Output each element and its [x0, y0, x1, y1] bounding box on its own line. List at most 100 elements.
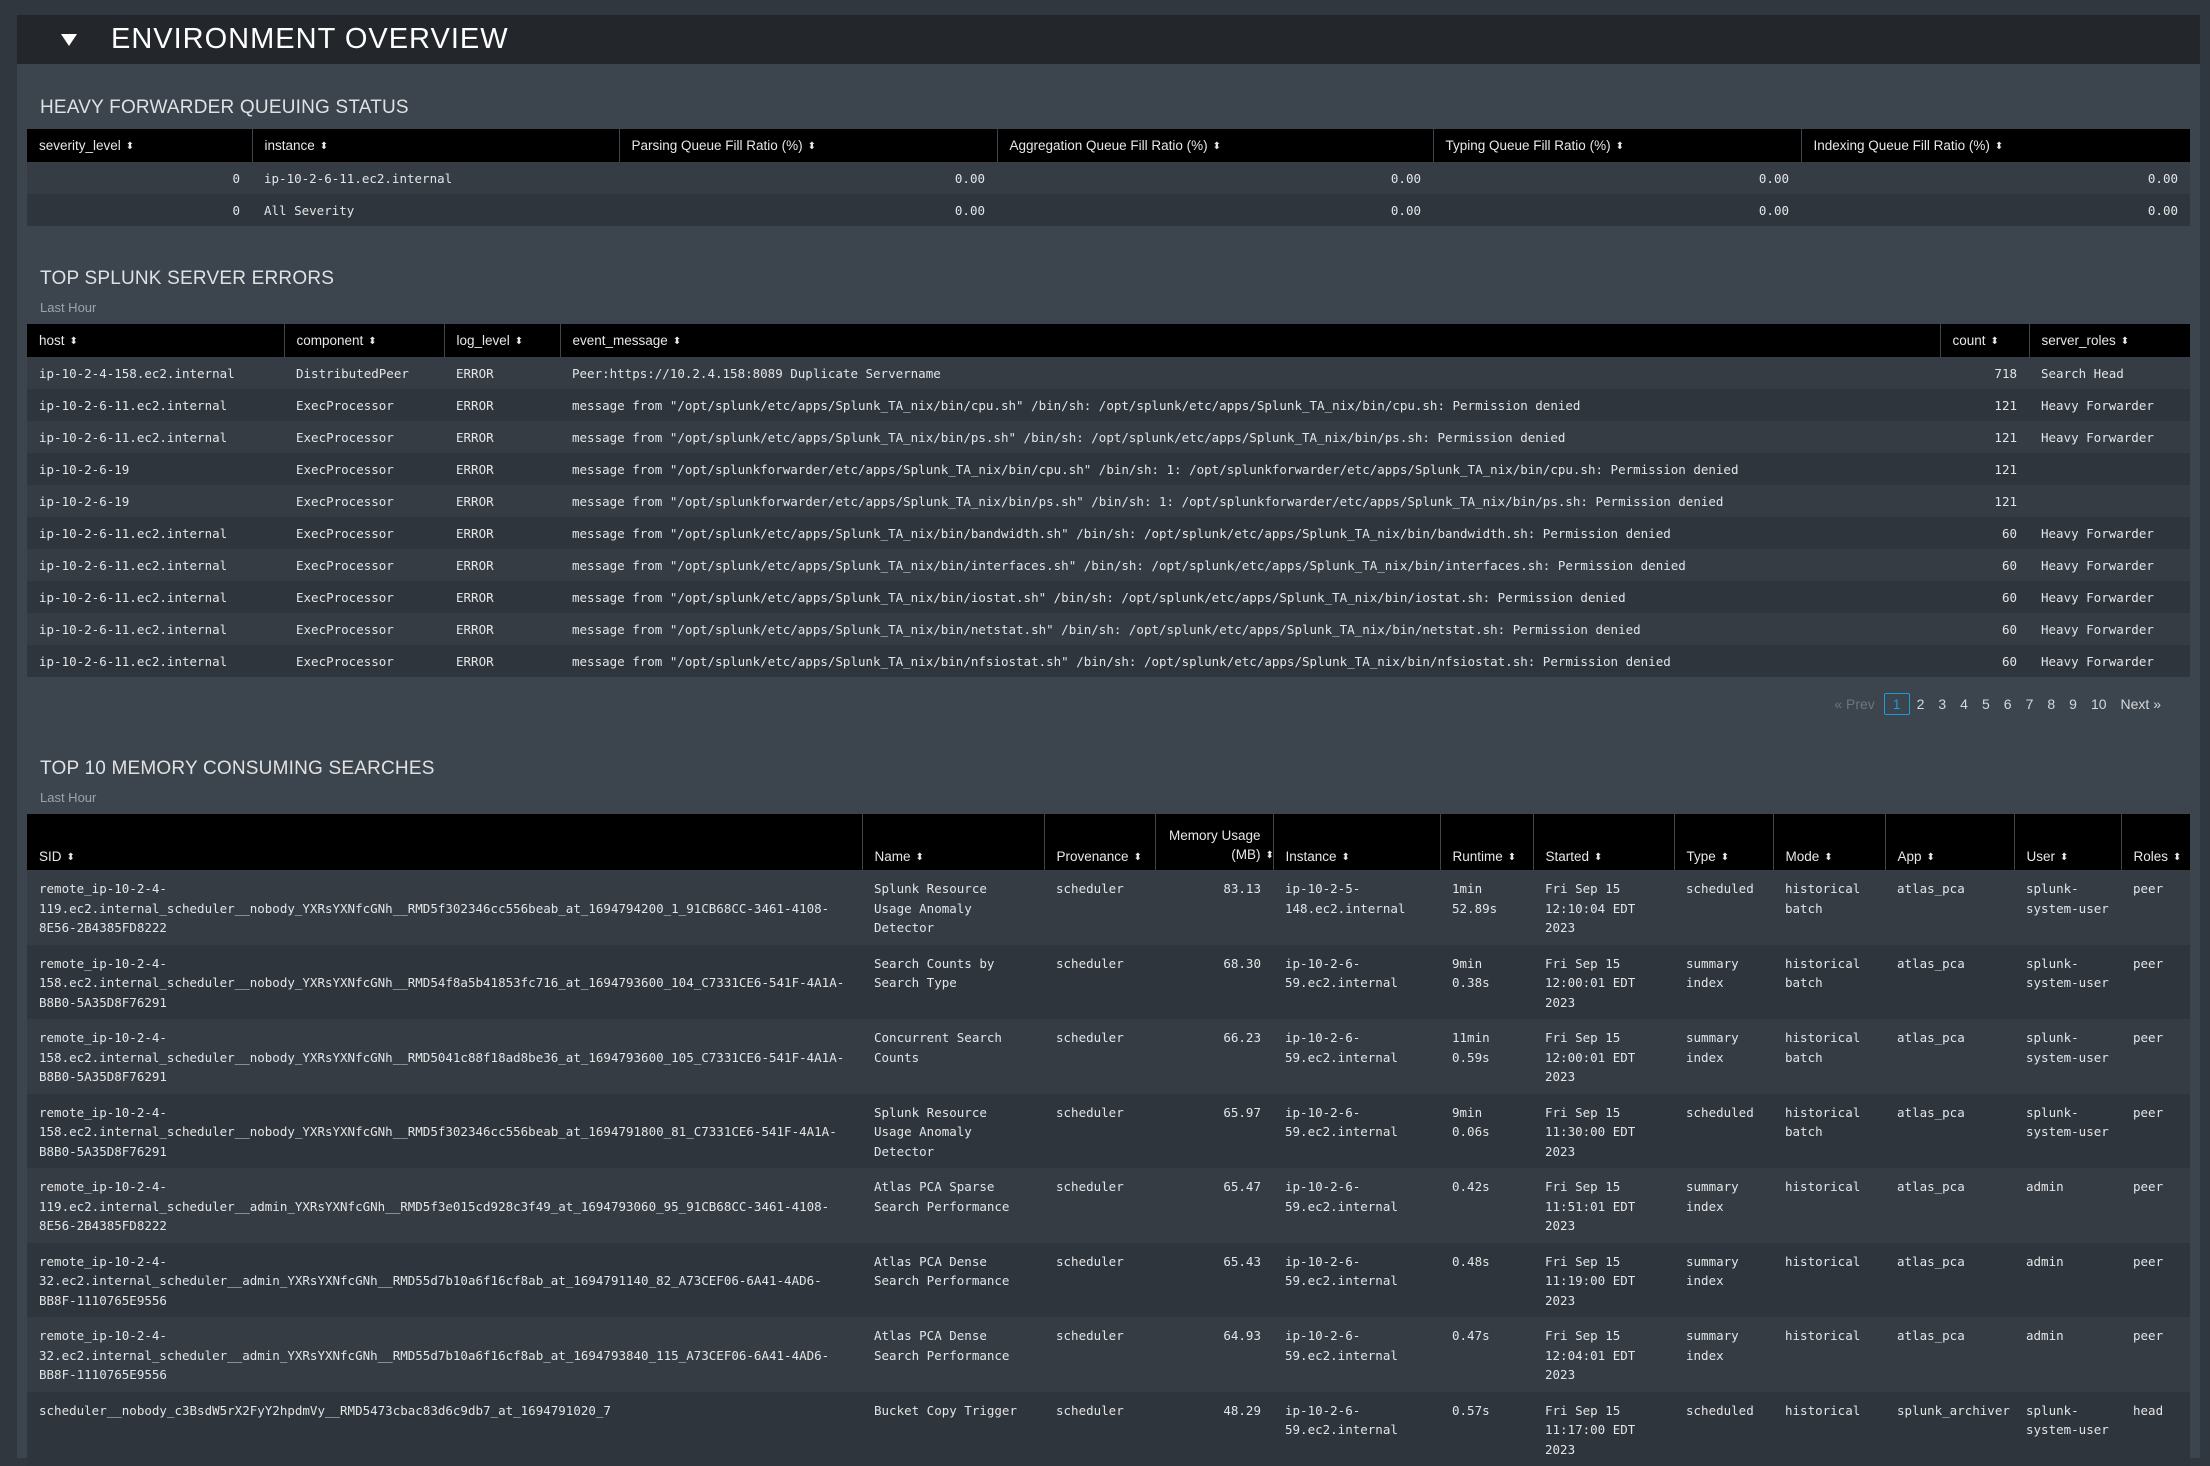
- cell-count[interactable]: 718: [1940, 357, 2029, 389]
- pagination-page-8[interactable]: 8: [2040, 693, 2062, 715]
- cell-server-roles[interactable]: Heavy Forwarder: [2029, 517, 2190, 549]
- cell-event-message[interactable]: Peer:https://10.2.4.158:8089 Duplicate S…: [560, 357, 1940, 389]
- cell-provenance[interactable]: scheduler: [1044, 870, 1155, 945]
- column-header-indexing-queue-fill-ratio[interactable]: Indexing Queue Fill Ratio (%)⬍: [1801, 129, 2190, 162]
- cell-server-roles[interactable]: Heavy Forwarder: [2029, 389, 2190, 421]
- cell-component[interactable]: ExecProcessor: [284, 613, 444, 645]
- cell-roles[interactable]: peer: [2121, 1317, 2190, 1392]
- sort-icon[interactable]: ⬍: [1991, 336, 1999, 347]
- cell-provenance[interactable]: scheduler: [1044, 1243, 1155, 1318]
- cell-started[interactable]: Fri Sep 15 12:00:01 EDT 2023: [1533, 945, 1674, 1020]
- cell-instance[interactable]: ip-10-2-5-148.ec2.internal: [1273, 870, 1440, 945]
- cell-name[interactable]: Search Counts by Search Type: [862, 945, 1044, 1020]
- cell-host[interactable]: ip-10-2-6-19: [27, 485, 284, 517]
- column-header-typing-queue-fill-ratio[interactable]: Typing Queue Fill Ratio (%)⬍: [1433, 129, 1801, 162]
- pagination-page-9[interactable]: 9: [2062, 693, 2084, 715]
- cell-component[interactable]: ExecProcessor: [284, 581, 444, 613]
- cell-sid[interactable]: remote_ip-10-2-4-32.ec2.internal_schedul…: [27, 1317, 862, 1392]
- pagination-page-10[interactable]: 10: [2084, 693, 2114, 715]
- cell-type[interactable]: scheduled: [1674, 1094, 1773, 1169]
- cell-name[interactable]: Atlas PCA Dense Search Performance: [862, 1243, 1044, 1318]
- sort-icon[interactable]: ⬍: [2121, 336, 2129, 347]
- cell-memory-usage-mb[interactable]: 64.93: [1155, 1317, 1273, 1392]
- cell-instance[interactable]: ip-10-2-6-11.ec2.internal: [252, 162, 619, 194]
- cell-count[interactable]: 121: [1940, 453, 2029, 485]
- pagination-next[interactable]: Next »: [2114, 693, 2168, 715]
- column-header-user[interactable]: User⬍: [2014, 814, 2121, 870]
- cell-indexing-queue-fill-ratio[interactable]: 0.00: [1801, 194, 2190, 226]
- cell-count[interactable]: 121: [1940, 485, 2029, 517]
- column-header-type[interactable]: Type⬍: [1674, 814, 1773, 870]
- cell-instance[interactable]: ip-10-2-6-59.ec2.internal: [1273, 1317, 1440, 1392]
- cell-provenance[interactable]: scheduler: [1044, 945, 1155, 1020]
- sort-icon[interactable]: ⬍: [67, 852, 75, 863]
- cell-runtime[interactable]: 11min 0.59s: [1440, 1019, 1533, 1094]
- cell-mode[interactable]: historical batch: [1773, 1019, 1885, 1094]
- cell-roles[interactable]: peer: [2121, 1019, 2190, 1094]
- cell-component[interactable]: ExecProcessor: [284, 517, 444, 549]
- cell-event-message[interactable]: message from "/opt/splunk/etc/apps/Splun…: [560, 517, 1940, 549]
- cell-instance[interactable]: ip-10-2-6-59.ec2.internal: [1273, 1019, 1440, 1094]
- cell-mode[interactable]: historical: [1773, 1392, 1885, 1466]
- pagination-page-4[interactable]: 4: [1953, 693, 1975, 715]
- table-row[interactable]: remote_ip-10-2-4-119.ec2.internal_schedu…: [27, 870, 2190, 945]
- cell-provenance[interactable]: scheduler: [1044, 1094, 1155, 1169]
- cell-started[interactable]: Fri Sep 15 11:51:01 EDT 2023: [1533, 1168, 1674, 1243]
- cell-component[interactable]: ExecProcessor: [284, 645, 444, 677]
- cell-host[interactable]: ip-10-2-6-11.ec2.internal: [27, 645, 284, 677]
- table-row[interactable]: ip-10-2-6-11.ec2.internalExecProcessorER…: [27, 421, 2190, 453]
- column-header-name[interactable]: Name⬍: [862, 814, 1044, 870]
- cell-count[interactable]: 60: [1940, 549, 2029, 581]
- cell-name[interactable]: Splunk Resource Usage Anomaly Detector: [862, 870, 1044, 945]
- cell-event-message[interactable]: message from "/opt/splunkforwarder/etc/a…: [560, 453, 1940, 485]
- cell-count[interactable]: 60: [1940, 517, 2029, 549]
- cell-host[interactable]: ip-10-2-6-11.ec2.internal: [27, 517, 284, 549]
- cell-server-roles[interactable]: [2029, 453, 2190, 485]
- cell-memory-usage-mb[interactable]: 68.30: [1155, 945, 1273, 1020]
- cell-memory-usage-mb[interactable]: 65.43: [1155, 1243, 1273, 1318]
- cell-aggregation-queue-fill-ratio[interactable]: 0.00: [997, 194, 1433, 226]
- cell-runtime[interactable]: 9min 0.06s: [1440, 1094, 1533, 1169]
- sort-icon[interactable]: ⬍: [1134, 852, 1142, 863]
- column-header-mode[interactable]: Mode⬍: [1773, 814, 1885, 870]
- cell-event-message[interactable]: message from "/opt/splunk/etc/apps/Splun…: [560, 549, 1940, 581]
- cell-host[interactable]: ip-10-2-6-11.ec2.internal: [27, 421, 284, 453]
- cell-started[interactable]: Fri Sep 15 11:17:00 EDT 2023: [1533, 1392, 1674, 1466]
- cell-severity-level[interactable]: 0: [27, 194, 252, 226]
- table-row[interactable]: ip-10-2-6-19ExecProcessorERRORmessage fr…: [27, 485, 2190, 517]
- sort-icon[interactable]: ⬍: [2173, 852, 2181, 863]
- cell-provenance[interactable]: scheduler: [1044, 1317, 1155, 1392]
- cell-runtime[interactable]: 0.48s: [1440, 1243, 1533, 1318]
- sort-icon[interactable]: ⬍: [916, 852, 924, 863]
- cell-parsing-queue-fill-ratio[interactable]: 0.00: [619, 194, 997, 226]
- sort-icon[interactable]: ⬍: [515, 336, 523, 347]
- cell-instance[interactable]: ip-10-2-6-59.ec2.internal: [1273, 945, 1440, 1020]
- cell-sid[interactable]: remote_ip-10-2-4-158.ec2.internal_schedu…: [27, 1094, 862, 1169]
- cell-sid[interactable]: remote_ip-10-2-4-158.ec2.internal_schedu…: [27, 1019, 862, 1094]
- cell-runtime[interactable]: 9min 0.38s: [1440, 945, 1533, 1020]
- table-row[interactable]: ip-10-2-6-11.ec2.internalExecProcessorER…: [27, 517, 2190, 549]
- cell-name[interactable]: Atlas PCA Sparse Search Performance: [862, 1168, 1044, 1243]
- cell-event-message[interactable]: message from "/opt/splunkforwarder/etc/a…: [560, 485, 1940, 517]
- cell-severity-level[interactable]: 0: [27, 162, 252, 194]
- cell-count[interactable]: 121: [1940, 421, 2029, 453]
- cell-name[interactable]: Bucket Copy Trigger: [862, 1392, 1044, 1466]
- sort-icon[interactable]: ⬍: [1594, 852, 1602, 863]
- cell-memory-usage-mb[interactable]: 66.23: [1155, 1019, 1273, 1094]
- cell-log-level[interactable]: ERROR: [444, 453, 560, 485]
- cell-host[interactable]: ip-10-2-6-11.ec2.internal: [27, 613, 284, 645]
- cell-runtime[interactable]: 0.47s: [1440, 1317, 1533, 1392]
- cell-user[interactable]: splunk-system-user: [2014, 1094, 2121, 1169]
- cell-event-message[interactable]: message from "/opt/splunk/etc/apps/Splun…: [560, 421, 1940, 453]
- cell-app[interactable]: splunk_archiver: [1885, 1392, 2014, 1466]
- cell-typing-queue-fill-ratio[interactable]: 0.00: [1433, 194, 1801, 226]
- table-row[interactable]: 0All Severity0.000.000.000.00: [27, 194, 2190, 226]
- cell-log-level[interactable]: ERROR: [444, 517, 560, 549]
- column-header-provenance[interactable]: Provenance⬍: [1044, 814, 1155, 870]
- cell-type[interactable]: summary index: [1674, 945, 1773, 1020]
- cell-app[interactable]: atlas_pca: [1885, 1094, 2014, 1169]
- cell-server-roles[interactable]: Heavy Forwarder: [2029, 581, 2190, 613]
- cell-provenance[interactable]: scheduler: [1044, 1168, 1155, 1243]
- table-row[interactable]: remote_ip-10-2-4-158.ec2.internal_schedu…: [27, 1019, 2190, 1094]
- sort-icon[interactable]: ⬍: [1342, 852, 1350, 863]
